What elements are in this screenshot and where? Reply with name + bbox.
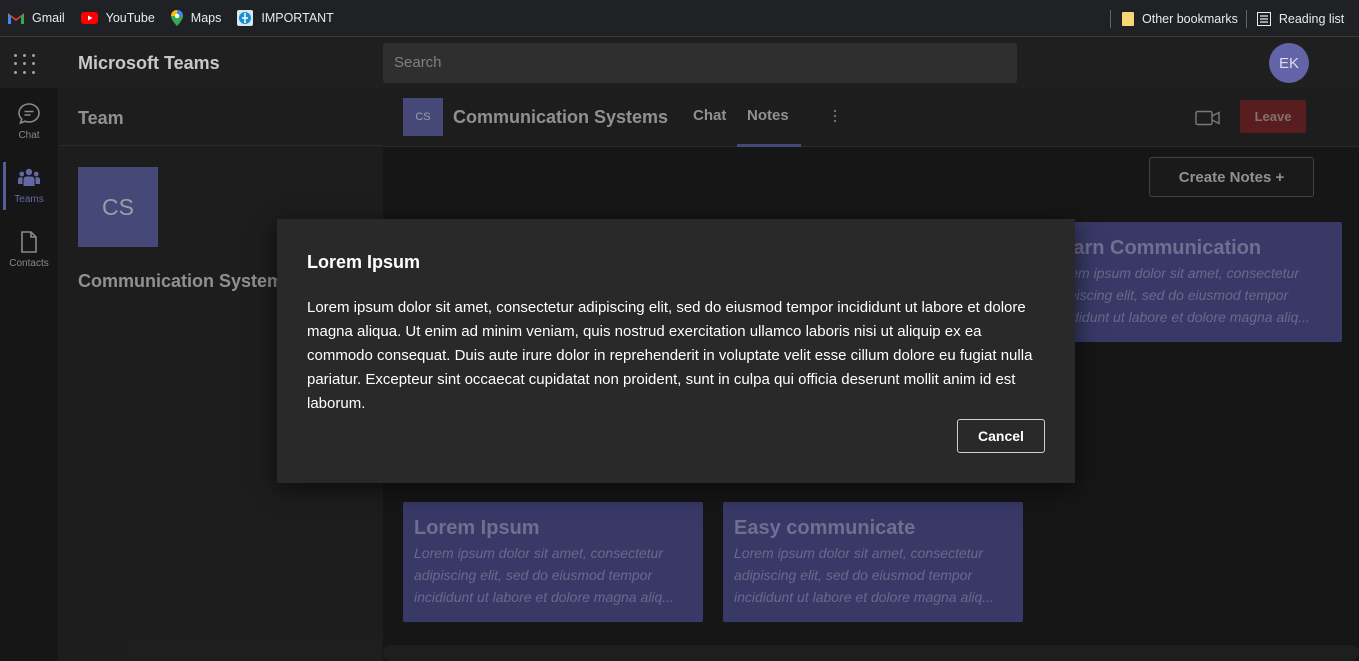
bookmarks-bar: Gmail YouTube Maps IMPORTANT Other bookm… — [0, 0, 1359, 37]
bookmark-gmail[interactable]: Gmail — [8, 6, 65, 30]
folder-icon — [1122, 11, 1134, 26]
app-header: Microsoft Teams Search EK — [0, 38, 1359, 88]
maps-pin-icon — [170, 10, 183, 26]
note-dialog: Lorem Ipsum Lorem ipsum dolor sit amet, … — [277, 219, 1075, 483]
other-bookmarks[interactable]: Other bookmarks — [1122, 7, 1238, 31]
dialog-body: Lorem ipsum dolor sit amet, consectetur … — [307, 299, 1033, 412]
cancel-button[interactable]: Cancel — [957, 419, 1045, 453]
bookmark-label: Maps — [190, 11, 222, 25]
bookmark-youtube[interactable]: YouTube — [80, 6, 155, 30]
reading-list[interactable]: Reading list — [1256, 7, 1345, 31]
youtube-icon — [80, 12, 98, 24]
bookmark-important[interactable]: IMPORTANT — [237, 6, 334, 30]
globe-icon — [237, 10, 254, 26]
bookmarks-right: Other bookmarks Reading list — [1110, 0, 1352, 37]
bookmark-separator — [1245, 9, 1247, 28]
search-input[interactable]: Search — [383, 43, 1017, 83]
app-title: Microsoft Teams — [78, 53, 220, 73]
bookmark-label: YouTube — [105, 11, 155, 25]
reading-list-label: Reading list — [1278, 11, 1345, 26]
gmail-icon — [8, 13, 24, 24]
reading-list-icon — [1256, 11, 1271, 26]
bookmark-maps[interactable]: Maps — [170, 6, 222, 30]
other-bookmarks-label: Other bookmarks — [1142, 11, 1238, 26]
bookmark-label: IMPORTANT — [261, 11, 334, 25]
dialog-title: Lorem Ipsum — [307, 252, 421, 272]
bookmark-separator — [1110, 9, 1111, 28]
bookmark-label: Gmail — [32, 11, 65, 25]
avatar[interactable]: EK — [1269, 43, 1309, 83]
app-launcher-icon[interactable] — [14, 54, 36, 74]
